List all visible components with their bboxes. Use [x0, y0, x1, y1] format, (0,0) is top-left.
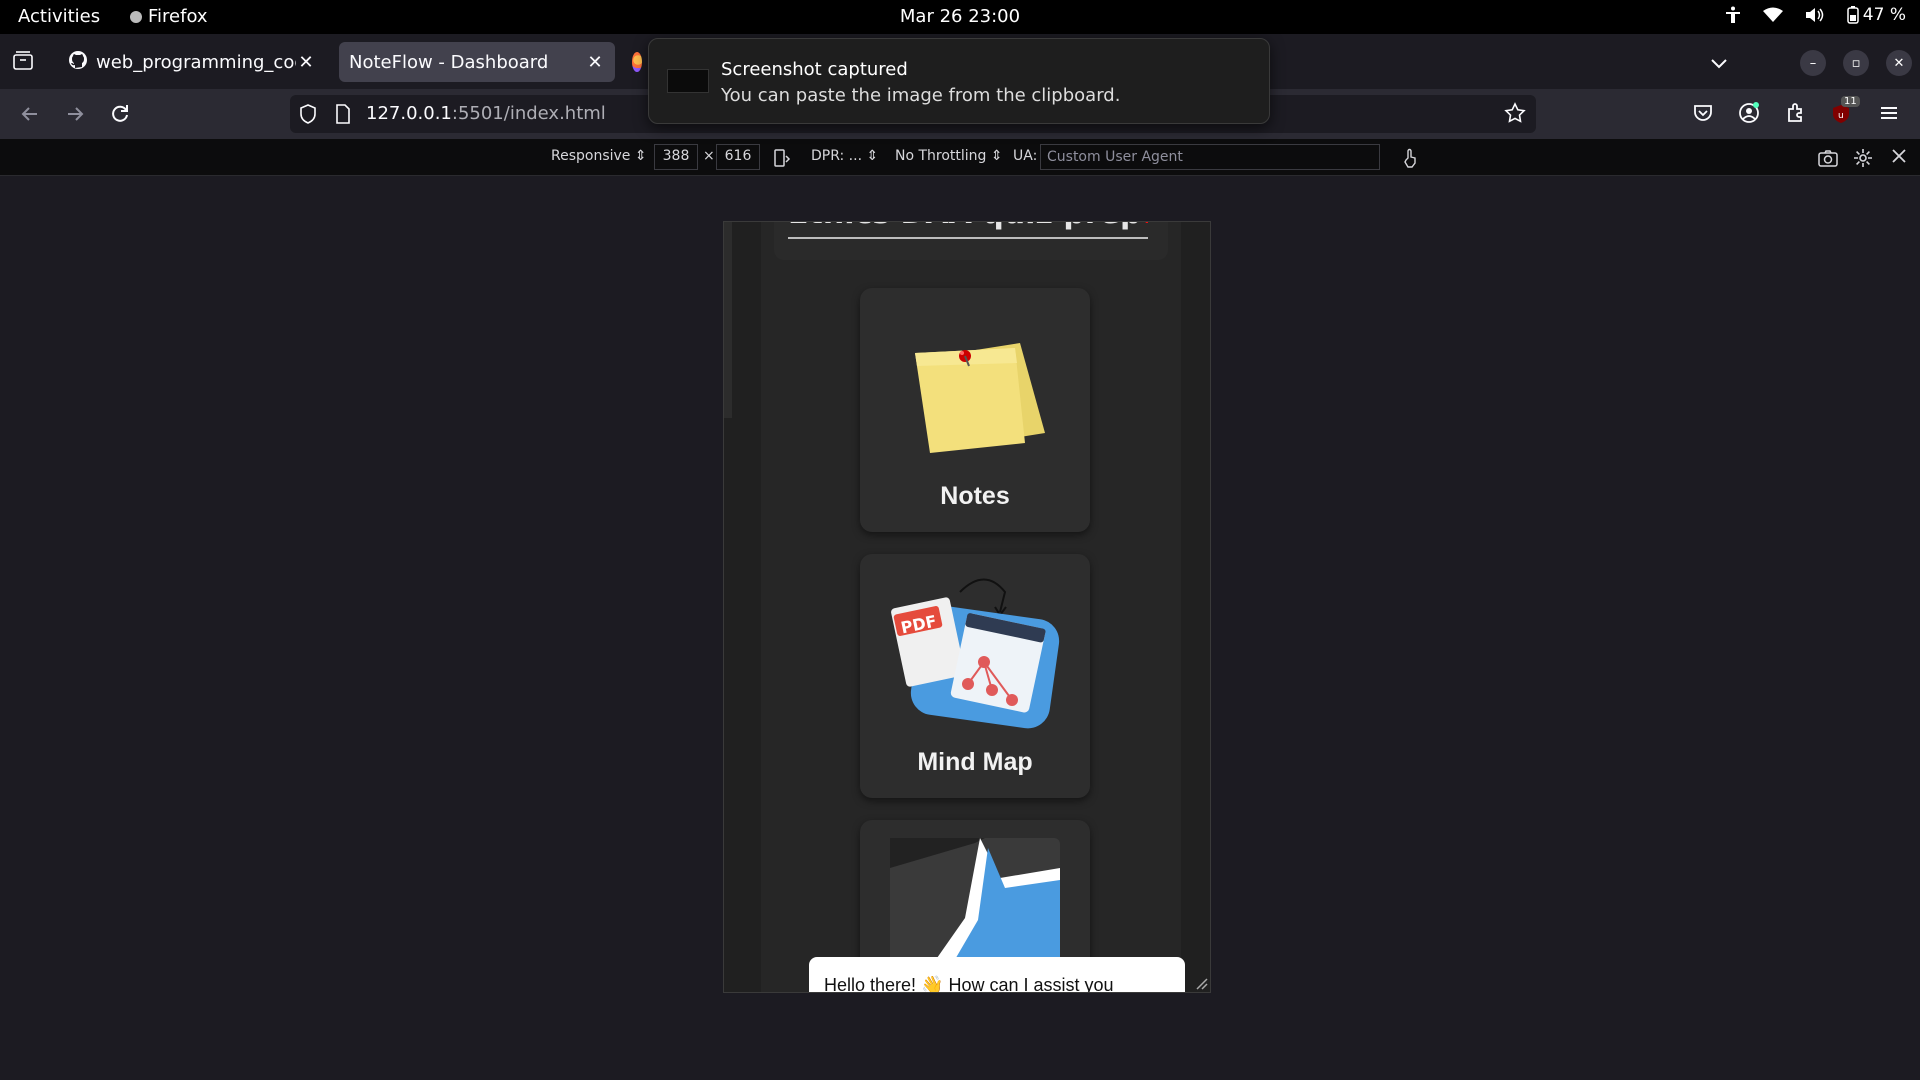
notes-card[interactable]: Notes [860, 288, 1090, 532]
pocket-icon[interactable] [1691, 101, 1717, 127]
page-heading: Ethics DAA quiz prep! [788, 222, 1148, 239]
sticky-notes-icon [895, 318, 1045, 472]
throttling-selector[interactable]: No Throttling ⇕ [895, 148, 1003, 164]
card-label: Mind Map [917, 748, 1033, 776]
firefox-view-button[interactable] [10, 48, 40, 76]
responsive-viewport[interactable]: Ethics DAA quiz prep! Notes [723, 221, 1211, 993]
bookmark-star-icon[interactable] [1504, 102, 1526, 128]
dpr-label: DPR: ... [811, 148, 863, 164]
system-tray[interactable]: 47 % [1725, 5, 1906, 25]
throttling-label: No Throttling [895, 148, 987, 164]
dpr-selector[interactable]: DPR: ... ⇕ [811, 148, 878, 164]
extensions-icon[interactable] [1783, 101, 1809, 127]
list-all-tabs-icon[interactable] [1707, 51, 1731, 75]
tab-github[interactable]: web_programming_code ✕ [58, 42, 326, 82]
battery-percent: 47 % [1862, 5, 1906, 25]
extension-badge: 11 [1841, 96, 1860, 107]
system-top-bar: Activities Firefox Mar 26 23:00 47 % [0, 0, 1920, 34]
star-app-icon [890, 838, 1060, 972]
tab-title: NoteFlow - Dashboard [349, 51, 549, 73]
url-text[interactable]: 127.0.0.1:5501/index.html [366, 103, 606, 124]
device-label: Responsive [551, 148, 631, 164]
screenshot-notification[interactable]: Screenshot captured You can paste the im… [648, 38, 1270, 124]
heading-text: Ethics DAA quiz prep [788, 222, 1141, 231]
dimension-separator: × [703, 148, 715, 164]
close-tab-icon[interactable]: ✕ [585, 52, 605, 73]
mind-map-icon: PDF [890, 572, 1060, 736]
tab-noteflow-dashboard[interactable]: NoteFlow - Dashboard ✕ [339, 42, 615, 82]
github-icon [68, 50, 88, 75]
clock[interactable]: Mar 26 23:00 [900, 6, 1020, 27]
battery-icon [1847, 6, 1859, 24]
screenshot-thumbnail [667, 69, 709, 93]
volume-icon[interactable] [1805, 7, 1825, 23]
dashboard-page: Ethics DAA quiz prep! Notes [761, 222, 1181, 992]
firefox-small-icon [130, 10, 142, 23]
app-menu[interactable]: Firefox [130, 6, 208, 27]
close-tab-icon[interactable]: ✕ [296, 52, 316, 73]
tab-title: web_programming_code [96, 51, 296, 73]
page-info-icon[interactable] [334, 103, 352, 129]
user-agent-input[interactable]: Custom User Agent [1040, 144, 1380, 170]
url-host: 127.0.0.1 [366, 103, 452, 124]
viewport-width-input[interactable]: 388 [654, 144, 698, 170]
forward-icon[interactable] [60, 99, 90, 129]
viewport-scrollbar[interactable] [724, 222, 732, 418]
account-icon[interactable] [1737, 101, 1763, 127]
minimize-icon[interactable]: – [1800, 50, 1826, 76]
accessibility-icon[interactable] [1725, 6, 1741, 24]
notification-title: Screenshot captured [721, 59, 908, 80]
touch-simulation-icon[interactable] [1400, 148, 1420, 172]
app-name: Firefox [148, 6, 208, 27]
notification-body: You can paste the image from the clipboa… [721, 85, 1121, 106]
ua-label: UA: [1013, 148, 1038, 164]
rdm-settings-icon[interactable] [1853, 148, 1873, 172]
firefox-icon [632, 52, 642, 72]
responsive-design-toolbar: Responsive ⇕ 388 × 616 DPR: ... ⇕ No Thr… [0, 139, 1920, 176]
close-rdm-icon[interactable] [1891, 148, 1907, 168]
resize-handle-icon[interactable] [1192, 974, 1208, 990]
activities-button[interactable]: Activities [18, 6, 100, 27]
rotate-icon[interactable] [771, 148, 791, 172]
mind-map-card[interactable]: PDF Mind Map [860, 554, 1090, 798]
tracking-protection-icon[interactable] [298, 103, 318, 129]
chat-bubble[interactable]: Hello there! 👋 How can I assist you [809, 957, 1185, 992]
wifi-icon[interactable] [1762, 7, 1783, 23]
close-window-icon[interactable]: ✕ [1886, 50, 1912, 76]
app-menu-icon[interactable] [1877, 101, 1903, 127]
back-icon[interactable] [15, 99, 45, 129]
url-path: :5501/index.html [451, 103, 606, 124]
device-selector[interactable]: Responsive ⇕ [551, 148, 647, 164]
reload-icon[interactable] [105, 99, 135, 129]
card-label: Notes [940, 482, 1010, 510]
viewport-height-input[interactable]: 616 [716, 144, 760, 170]
ublock-extension-icon[interactable]: u 11 [1829, 96, 1860, 127]
heading-accent: ! [1141, 222, 1148, 231]
svg-text:u: u [1838, 111, 1844, 121]
screenshot-icon[interactable] [1817, 148, 1839, 172]
maximize-icon[interactable]: ▫ [1843, 50, 1869, 76]
heading-card: Ethics DAA quiz prep! [774, 222, 1168, 260]
